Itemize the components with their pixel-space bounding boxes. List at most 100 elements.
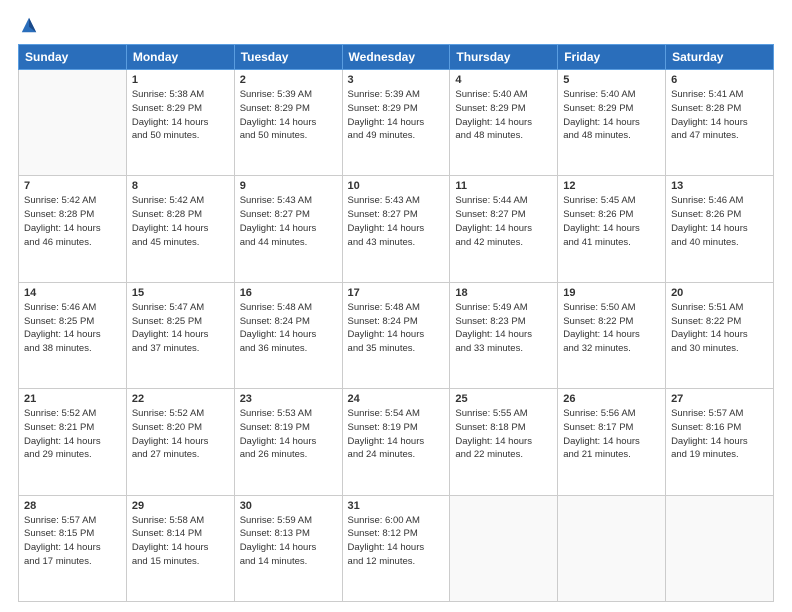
day-number: 15 — [132, 287, 229, 299]
day-number: 10 — [348, 180, 445, 192]
day-number: 2 — [240, 74, 337, 86]
day-info: Sunrise: 5:55 AM Sunset: 8:18 PM Dayligh… — [455, 407, 552, 462]
day-number: 12 — [563, 180, 660, 192]
calendar-header-friday: Friday — [558, 45, 666, 70]
day-number: 30 — [240, 500, 337, 512]
day-number: 21 — [24, 393, 121, 405]
day-info: Sunrise: 5:40 AM Sunset: 8:29 PM Dayligh… — [563, 88, 660, 143]
calendar-cell: 14Sunrise: 5:46 AM Sunset: 8:25 PM Dayli… — [19, 282, 127, 388]
day-info: Sunrise: 5:59 AM Sunset: 8:13 PM Dayligh… — [240, 514, 337, 569]
day-number: 4 — [455, 74, 552, 86]
day-number: 17 — [348, 287, 445, 299]
calendar-cell: 7 Sunrise: 5:42 AM Sunset: 8:28 PM Daylig… — [19, 176, 127, 282]
calendar-cell: 8Sunrise: 5:42 AM Sunset: 8:28 PM Daylig… — [126, 176, 234, 282]
day-number: 27 — [671, 393, 768, 405]
calendar-cell: 23Sunrise: 5:53 AM Sunset: 8:19 PM Dayli… — [234, 389, 342, 495]
day-number: 8 — [132, 180, 229, 192]
day-number: 7 — [24, 180, 121, 192]
calendar-cell: 18 Sunrise: 5:49 AM Sunset: 8:23 PM Dayli… — [450, 282, 558, 388]
day-info: Sunrise: 5:43 AM Sunset: 8:27 PM Dayligh… — [240, 194, 337, 249]
day-info: Sunrise: 5:39 AM Sunset: 8:29 PM Dayligh… — [240, 88, 337, 143]
day-number: 13 — [671, 180, 768, 192]
calendar-cell: 16 Sunrise: 5:48 AM Sunset: 8:24 PM Dayli… — [234, 282, 342, 388]
day-number: 20 — [671, 287, 768, 299]
calendar-cell: 5 Sunrise: 5:40 AM Sunset: 8:29 PM Daylig… — [558, 70, 666, 176]
calendar-cell: 26Sunrise: 5:56 AM Sunset: 8:17 PM Dayli… — [558, 389, 666, 495]
day-number: 28 — [24, 500, 121, 512]
calendar-cell: 21 Sunrise: 5:52 AM Sunset: 8:21 PM Dayli… — [19, 389, 127, 495]
day-number: 1 — [132, 74, 229, 86]
calendar-cell: 10 Sunrise: 5:43 AM Sunset: 8:27 PM Dayli… — [342, 176, 450, 282]
calendar-week-row: 28 Sunrise: 5:57 AM Sunset: 8:15 PM Dayli… — [19, 495, 774, 601]
day-info: Sunrise: 5:38 AM Sunset: 8:29 PM Dayligh… — [132, 88, 229, 143]
day-info: Sunrise: 5:48 AM Sunset: 8:24 PM Dayligh… — [240, 301, 337, 356]
day-info: Sunrise: 5:52 AM Sunset: 8:21 PM Dayligh… — [24, 407, 121, 462]
day-info: Sunrise: 5:56 AM Sunset: 8:17 PM Dayligh… — [563, 407, 660, 462]
calendar-cell: 15 Sunrise: 5:47 AM Sunset: 8:25 PM Dayli… — [126, 282, 234, 388]
day-number: 16 — [240, 287, 337, 299]
day-info: Sunrise: 5:42 AM Sunset: 8:28 PM Dayligh… — [24, 194, 121, 249]
day-number: 6 — [671, 74, 768, 86]
calendar-cell: 19Sunrise: 5:50 AM Sunset: 8:22 PM Dayli… — [558, 282, 666, 388]
day-info: Sunrise: 5:39 AM Sunset: 8:29 PM Dayligh… — [348, 88, 445, 143]
calendar-header-row: SundayMondayTuesdayWednesdayThursdayFrid… — [19, 45, 774, 70]
day-info: Sunrise: 5:48 AM Sunset: 8:24 PM Dayligh… — [348, 301, 445, 356]
calendar-week-row: 7 Sunrise: 5:42 AM Sunset: 8:28 PM Daylig… — [19, 176, 774, 282]
calendar-cell: 9 Sunrise: 5:43 AM Sunset: 8:27 PM Daylig… — [234, 176, 342, 282]
calendar-cell: 28 Sunrise: 5:57 AM Sunset: 8:15 PM Dayli… — [19, 495, 127, 601]
day-number: 3 — [348, 74, 445, 86]
day-info: Sunrise: 5:47 AM Sunset: 8:25 PM Dayligh… — [132, 301, 229, 356]
calendar-week-row: 1 Sunrise: 5:38 AM Sunset: 8:29 PM Daylig… — [19, 70, 774, 176]
day-info: Sunrise: 5:58 AM Sunset: 8:14 PM Dayligh… — [132, 514, 229, 569]
day-number: 14 — [24, 287, 121, 299]
day-number: 22 — [132, 393, 229, 405]
day-info: Sunrise: 5:52 AM Sunset: 8:20 PM Dayligh… — [132, 407, 229, 462]
day-info: Sunrise: 5:46 AM Sunset: 8:26 PM Dayligh… — [671, 194, 768, 249]
logo-icon — [20, 16, 38, 34]
day-info: Sunrise: 5:54 AM Sunset: 8:19 PM Dayligh… — [348, 407, 445, 462]
day-info: Sunrise: 5:57 AM Sunset: 8:15 PM Dayligh… — [24, 514, 121, 569]
calendar-cell — [450, 495, 558, 601]
day-number: 24 — [348, 393, 445, 405]
calendar-week-row: 14Sunrise: 5:46 AM Sunset: 8:25 PM Dayli… — [19, 282, 774, 388]
calendar-header-saturday: Saturday — [666, 45, 774, 70]
calendar-cell: 20 Sunrise: 5:51 AM Sunset: 8:22 PM Dayli… — [666, 282, 774, 388]
calendar-cell: 30 Sunrise: 5:59 AM Sunset: 8:13 PM Dayli… — [234, 495, 342, 601]
calendar-cell: 3 Sunrise: 5:39 AM Sunset: 8:29 PM Daylig… — [342, 70, 450, 176]
day-info: Sunrise: 5:40 AM Sunset: 8:29 PM Dayligh… — [455, 88, 552, 143]
calendar-header-wednesday: Wednesday — [342, 45, 450, 70]
day-number: 19 — [563, 287, 660, 299]
calendar-header-thursday: Thursday — [450, 45, 558, 70]
calendar-cell: 24 Sunrise: 5:54 AM Sunset: 8:19 PM Dayli… — [342, 389, 450, 495]
calendar-cell: 22 Sunrise: 5:52 AM Sunset: 8:20 PM Dayli… — [126, 389, 234, 495]
day-info: Sunrise: 5:51 AM Sunset: 8:22 PM Dayligh… — [671, 301, 768, 356]
day-number: 11 — [455, 180, 552, 192]
day-info: Sunrise: 5:44 AM Sunset: 8:27 PM Dayligh… — [455, 194, 552, 249]
day-number: 25 — [455, 393, 552, 405]
day-info: Sunrise: 5:53 AM Sunset: 8:19 PM Dayligh… — [240, 407, 337, 462]
day-info: Sunrise: 5:43 AM Sunset: 8:27 PM Dayligh… — [348, 194, 445, 249]
calendar-cell — [666, 495, 774, 601]
calendar-cell: 2 Sunrise: 5:39 AM Sunset: 8:29 PM Daylig… — [234, 70, 342, 176]
day-number: 5 — [563, 74, 660, 86]
calendar-header-tuesday: Tuesday — [234, 45, 342, 70]
calendar-cell — [558, 495, 666, 601]
header — [18, 16, 774, 34]
day-number: 18 — [455, 287, 552, 299]
logo — [18, 16, 38, 34]
calendar-cell: 25 Sunrise: 5:55 AM Sunset: 8:18 PM Dayli… — [450, 389, 558, 495]
day-number: 31 — [348, 500, 445, 512]
day-info: Sunrise: 5:41 AM Sunset: 8:28 PM Dayligh… — [671, 88, 768, 143]
calendar-cell: 13 Sunrise: 5:46 AM Sunset: 8:26 PM Dayli… — [666, 176, 774, 282]
calendar-cell: 6 Sunrise: 5:41 AM Sunset: 8:28 PM Daylig… — [666, 70, 774, 176]
calendar-cell: 29Sunrise: 5:58 AM Sunset: 8:14 PM Dayli… — [126, 495, 234, 601]
calendar-cell: 12Sunrise: 5:45 AM Sunset: 8:26 PM Dayli… — [558, 176, 666, 282]
day-info: Sunrise: 5:49 AM Sunset: 8:23 PM Dayligh… — [455, 301, 552, 356]
page: SundayMondayTuesdayWednesdayThursdayFrid… — [0, 0, 792, 612]
calendar-header-sunday: Sunday — [19, 45, 127, 70]
day-info: Sunrise: 5:57 AM Sunset: 8:16 PM Dayligh… — [671, 407, 768, 462]
calendar-table: SundayMondayTuesdayWednesdayThursdayFrid… — [18, 44, 774, 602]
day-number: 9 — [240, 180, 337, 192]
calendar-header-monday: Monday — [126, 45, 234, 70]
calendar-cell: 17 Sunrise: 5:48 AM Sunset: 8:24 PM Dayli… — [342, 282, 450, 388]
